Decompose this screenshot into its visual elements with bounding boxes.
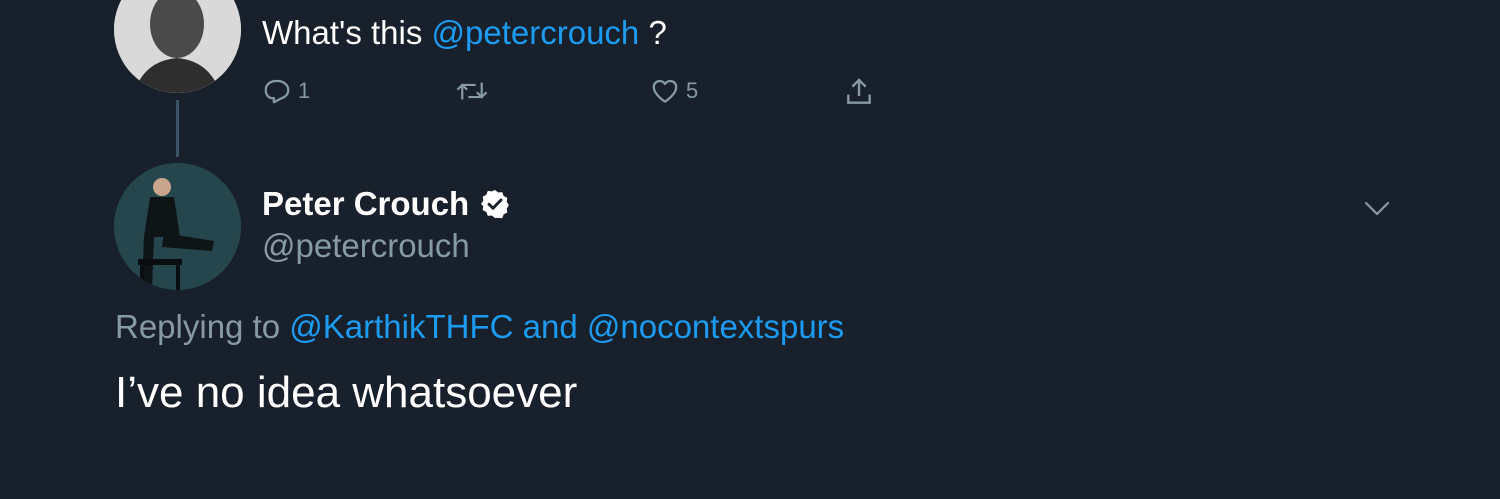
chevron-down-icon	[1364, 201, 1390, 216]
verified-badge-icon	[481, 190, 510, 219]
reply-author-name[interactable]: Peter Crouch	[262, 183, 511, 225]
parent-tweet-text: What's this @petercrouch ?	[262, 12, 667, 54]
retweet-button[interactable]	[455, 76, 495, 106]
reply-tweet-text: I’ve no idea whatsoever	[115, 368, 578, 417]
parent-tweet-text-after: ?	[648, 14, 667, 51]
parent-tweet-mention-link[interactable]: @petercrouch	[432, 14, 640, 51]
reply-count: 1	[298, 78, 311, 103]
replying-to-conjunction[interactable]: and	[523, 308, 578, 345]
reply-button[interactable]: 1	[262, 76, 310, 106]
retweet-icon	[456, 82, 488, 100]
parent-tweet-text-before: What's this	[262, 14, 423, 51]
replying-to-prefix: Replying to	[115, 308, 281, 345]
replying-to-line: Replying to @KarthikTHFC and @nocontexts…	[115, 306, 844, 348]
reply-author-handle[interactable]: @petercrouch	[262, 225, 470, 267]
heart-icon	[652, 79, 678, 103]
share-icon	[847, 78, 871, 104]
share-button[interactable]	[843, 76, 875, 108]
avatar-portrait-graphic	[114, 163, 241, 290]
reply-icon	[264, 79, 290, 104]
avatar-portrait-graphic	[114, 0, 241, 93]
like-button[interactable]: 5	[650, 76, 698, 106]
more-options-button[interactable]	[1362, 196, 1392, 225]
reply-author-avatar[interactable]	[114, 163, 241, 290]
replying-to-user-1-link[interactable]: @KarthikTHFC	[289, 308, 513, 345]
thread-connector-line	[176, 100, 179, 157]
replying-to-user-2-link[interactable]: @nocontextspurs	[587, 308, 844, 345]
like-count: 5	[686, 78, 699, 103]
parent-tweet-avatar[interactable]	[114, 0, 241, 93]
author-name-text: Peter Crouch	[262, 185, 470, 222]
